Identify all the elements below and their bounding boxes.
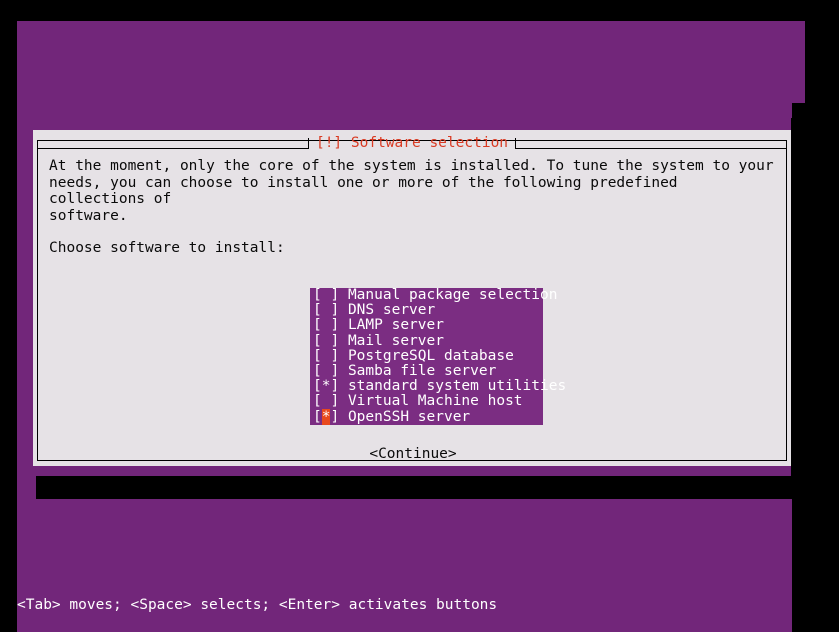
checkbox-bracket-open: [ — [313, 302, 322, 319]
dialog-title: [!] Software selection — [315, 135, 509, 151]
software-selection-dialog: [!] Software selection At the moment, on… — [33, 130, 791, 466]
list-item-label: LAMP server — [347, 317, 444, 334]
checkbox-bracket-open: [ — [313, 332, 322, 349]
checkbox-bracket-open: [ — [313, 347, 322, 364]
desktop-backdrop-strip — [17, 476, 36, 499]
checkbox-bracket-open: [ — [313, 393, 322, 410]
checkbox-bracket-close: ] — [330, 408, 340, 425]
list-item[interactable]: [ ] Samba file server — [310, 362, 543, 379]
list-item-label: DNS server — [347, 302, 436, 319]
checkbox-bracket-close: ] — [330, 287, 340, 303]
list-item-label: Manual package selection — [347, 287, 558, 303]
desktop-backdrop-top — [17, 21, 805, 103]
continue-button[interactable]: <Continue> — [369, 446, 456, 463]
checkbox-bracket-close: ] — [330, 347, 340, 364]
checkbox-bracket-open: [ — [313, 378, 322, 395]
list-item-label: Samba file server — [347, 362, 497, 379]
software-selection-list[interactable]: [ ] Manual package selection[ ] DNS serv… — [310, 287, 566, 425]
dialog-prompt: Choose software to install: — [49, 240, 285, 256]
checkbox-bracket-close: ] — [330, 362, 340, 379]
checkbox-bracket-close: ] — [330, 393, 340, 410]
list-item[interactable]: [ ] Virtual Machine host — [310, 394, 543, 409]
list-item[interactable]: [*] OpenSSH server — [310, 408, 543, 425]
dialog-description: At the moment, only the core of the syst… — [49, 158, 774, 224]
list-item[interactable]: [ ] DNS server — [310, 303, 543, 318]
dialog-title-bar: [!] Software selection — [37, 134, 787, 152]
list-item[interactable]: [*] standard system utilities — [310, 378, 566, 395]
list-item[interactable]: [ ] Manual package selection — [310, 287, 557, 303]
continue-row: <Continue> — [49, 446, 777, 463]
checkbox-bracket-open: [ — [313, 362, 322, 379]
dialog-shadow-bottom — [36, 476, 804, 499]
checkbox-bracket-close: ] — [330, 317, 340, 334]
list-item[interactable]: [ ] Mail server — [310, 332, 543, 349]
checkbox-bracket-open: [ — [313, 287, 322, 303]
desktop-backdrop-mid — [17, 103, 792, 118]
title-rule-right — [515, 137, 787, 149]
list-item-label: standard system utilities — [347, 378, 567, 395]
list-item-label: Virtual Machine host — [347, 393, 523, 410]
keyboard-help-bar: <Tab> moves; <Space> selects; <Enter> ac… — [17, 597, 498, 613]
title-rule-left — [37, 137, 309, 149]
checkbox-bracket-open: [ — [313, 317, 322, 334]
dialog-shadow-right — [791, 140, 804, 476]
list-item-label: OpenSSH server — [347, 408, 471, 425]
list-item[interactable]: [ ] LAMP server — [310, 318, 543, 333]
list-item[interactable]: [ ] PostgreSQL database — [310, 347, 543, 364]
checkbox-bracket-open: [ — [313, 408, 322, 425]
checkbox-bracket-close: ] — [330, 378, 340, 395]
list-item-label: Mail server — [347, 332, 444, 349]
dialog-body: At the moment, only the core of the syst… — [49, 158, 777, 462]
checkbox-bracket-close: ] — [330, 332, 340, 349]
installer-screen: [!] Software selection At the moment, on… — [0, 0, 839, 632]
checkbox-bracket-close: ] — [330, 302, 340, 319]
list-item-label: PostgreSQL database — [347, 347, 514, 364]
